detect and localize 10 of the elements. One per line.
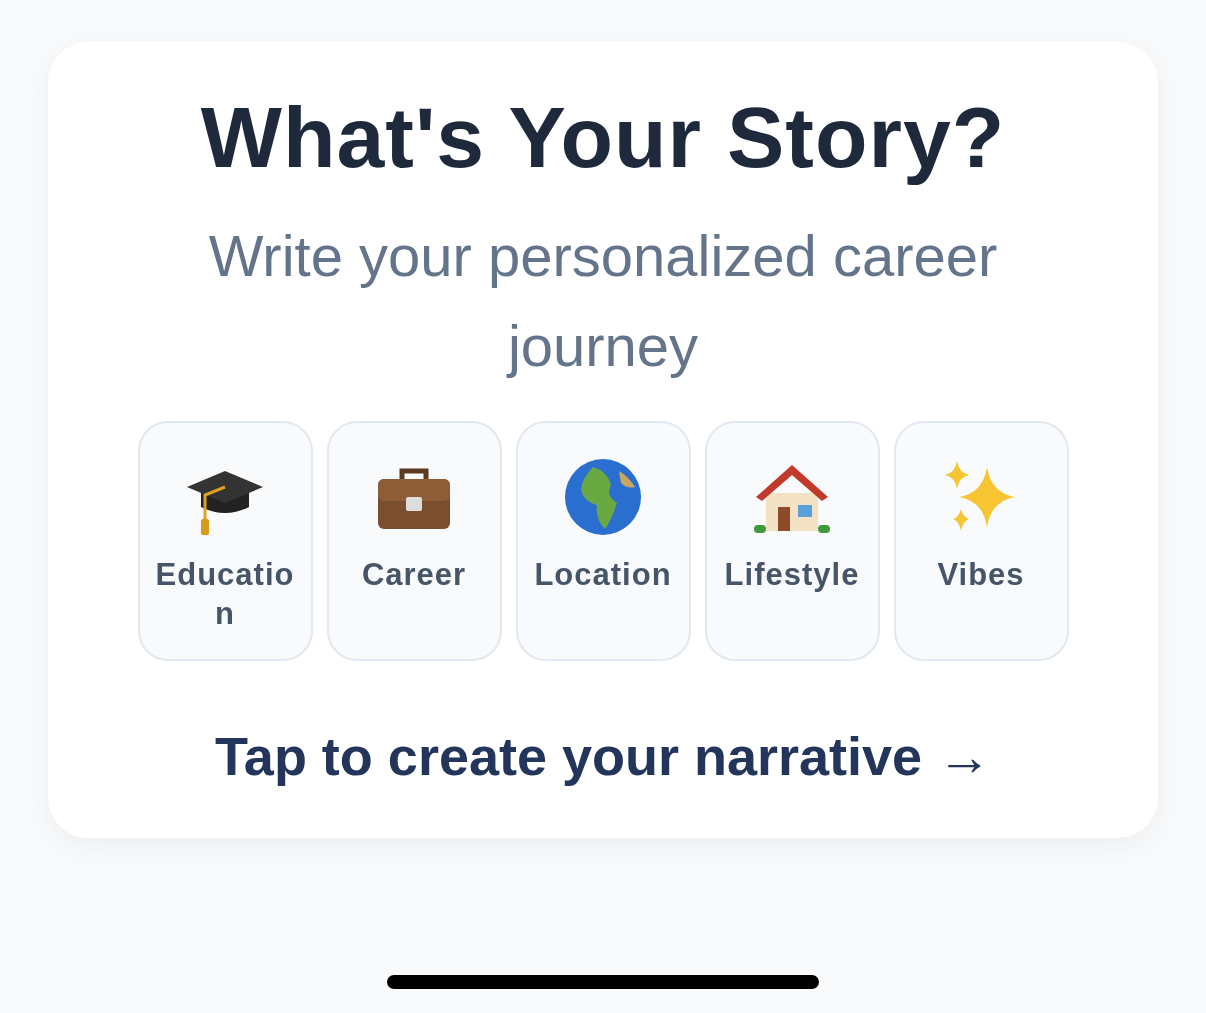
category-tile[interactable]: Career — [326, 420, 502, 661]
category-tile[interactable]: Education — [137, 420, 313, 661]
title: What's Your Story? — [200, 90, 1006, 185]
create-narrative-link[interactable]: Tap to create your narrative → — [214, 724, 992, 787]
category-tile[interactable]: Lifestyle — [704, 420, 880, 661]
subtitle: Write your personalized career journey — [207, 221, 999, 380]
story-card[interactable]: What's Your Story? Write your personalized career journey Education Career Location Lifestyle Vibes Tap to create your narrative → — [48, 42, 1158, 838]
category-tile[interactable]: Vibes — [893, 420, 1069, 661]
category-tile[interactable]: Location — [515, 420, 691, 661]
globe-icon — [563, 456, 643, 537]
